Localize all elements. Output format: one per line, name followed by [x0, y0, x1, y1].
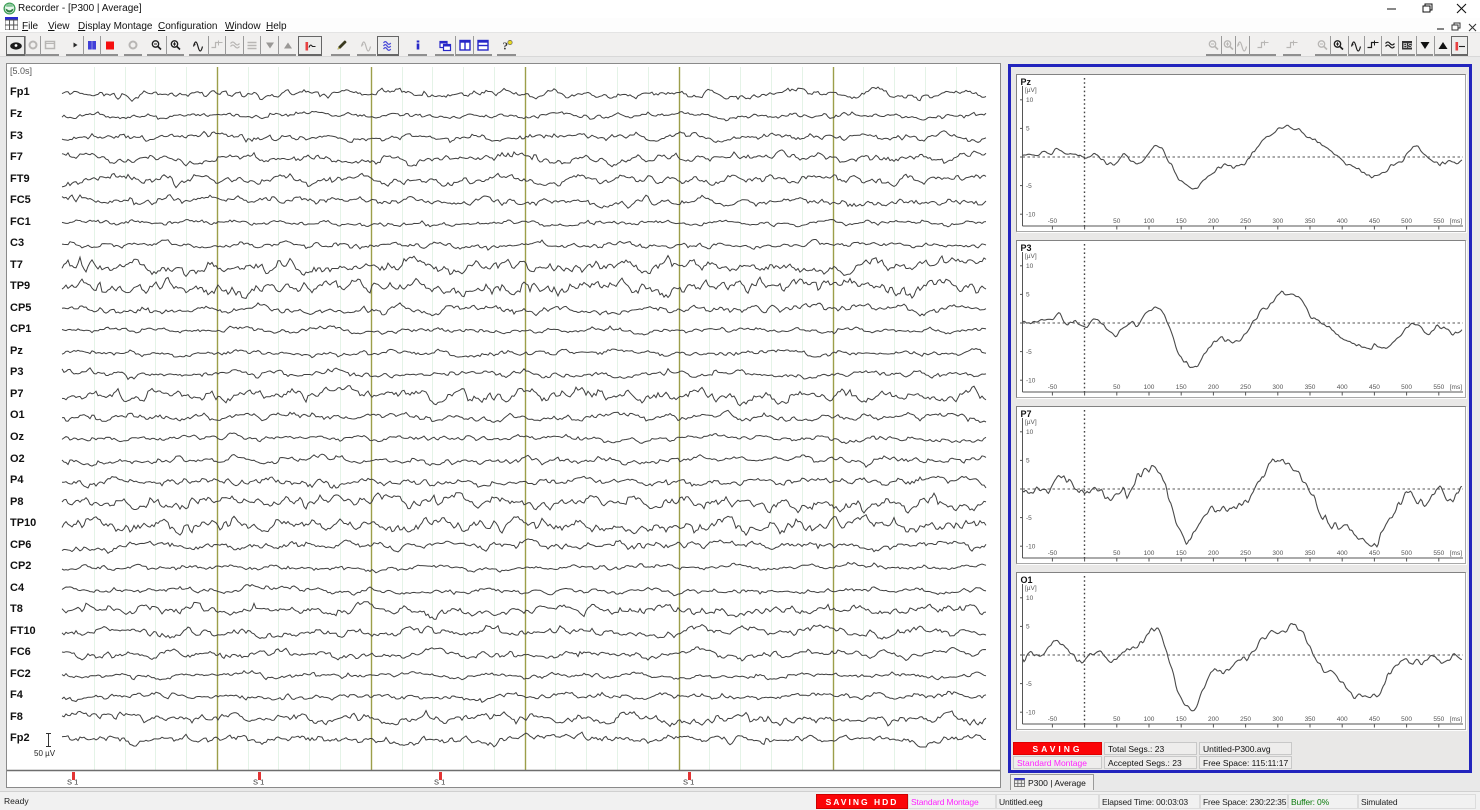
svg-text:300: 300 — [1272, 550, 1283, 557]
svg-text:550: 550 — [1433, 384, 1444, 391]
svg-text:150: 150 — [1176, 218, 1187, 225]
svg-text:[ms]: [ms] — [1450, 218, 1462, 225]
svg-text:550: 550 — [1433, 550, 1444, 557]
svg-text:P3: P3 — [1021, 243, 1032, 253]
svg-text:50: 50 — [1113, 384, 1121, 391]
svg-text:10: 10 — [1026, 263, 1034, 270]
svg-text:10: 10 — [1026, 97, 1034, 104]
svg-text:300: 300 — [1272, 218, 1283, 225]
svg-text:150: 150 — [1176, 550, 1187, 557]
svg-text:-10: -10 — [1026, 543, 1036, 550]
svg-text:?: ? — [502, 41, 508, 52]
svg-text:-10: -10 — [1026, 709, 1036, 716]
svg-text:50: 50 — [1113, 550, 1121, 557]
svg-text:100: 100 — [1144, 218, 1155, 225]
svg-text:-50: -50 — [1048, 550, 1058, 557]
svg-text:500: 500 — [1401, 550, 1412, 557]
svg-text:P7: P7 — [1021, 409, 1032, 419]
svg-text:100: 100 — [1144, 716, 1155, 723]
svg-text:250: 250 — [1240, 384, 1251, 391]
svg-text:350: 350 — [1305, 716, 1316, 723]
svg-text:[ms]: [ms] — [1450, 550, 1462, 557]
svg-text:S 1: S 1 — [434, 778, 445, 787]
svg-text:[ms]: [ms] — [1450, 384, 1462, 391]
svg-text:450: 450 — [1369, 716, 1380, 723]
svg-text:[ms]: [ms] — [1450, 716, 1462, 723]
svg-text:350: 350 — [1305, 550, 1316, 557]
svg-text:[µV]: [µV] — [1025, 253, 1037, 260]
svg-text:250: 250 — [1240, 550, 1251, 557]
svg-text:-50: -50 — [1048, 218, 1058, 225]
svg-text:200: 200 — [1208, 550, 1219, 557]
svg-text:250: 250 — [1240, 716, 1251, 723]
svg-text:BS: BS — [1403, 43, 1413, 50]
svg-text:S 1: S 1 — [253, 778, 264, 787]
svg-text:10: 10 — [1026, 595, 1034, 602]
svg-text:300: 300 — [1272, 716, 1283, 723]
svg-text:-5: -5 — [1026, 515, 1032, 522]
svg-text:-10: -10 — [1026, 211, 1036, 218]
svg-text:-5: -5 — [1026, 183, 1032, 190]
svg-text:-10: -10 — [1026, 377, 1036, 384]
svg-text:450: 450 — [1369, 550, 1380, 557]
svg-text:350: 350 — [1305, 384, 1316, 391]
svg-text:O1: O1 — [1021, 575, 1033, 585]
svg-text:[µV]: [µV] — [1025, 87, 1037, 94]
svg-text:Pz: Pz — [1021, 77, 1032, 87]
svg-text:450: 450 — [1369, 218, 1380, 225]
svg-text:-50: -50 — [1048, 716, 1058, 723]
svg-text:200: 200 — [1208, 716, 1219, 723]
svg-text:250: 250 — [1240, 218, 1251, 225]
svg-text:150: 150 — [1176, 384, 1187, 391]
svg-text:-5: -5 — [1026, 681, 1032, 688]
svg-text:400: 400 — [1337, 716, 1348, 723]
svg-text:500: 500 — [1401, 716, 1412, 723]
svg-text:50: 50 — [1113, 716, 1121, 723]
svg-text:400: 400 — [1337, 384, 1348, 391]
svg-text:400: 400 — [1337, 218, 1348, 225]
svg-text:5: 5 — [1026, 126, 1030, 133]
svg-text:5: 5 — [1026, 458, 1030, 465]
svg-text:550: 550 — [1433, 218, 1444, 225]
svg-text:100: 100 — [1144, 550, 1155, 557]
svg-text:S 1: S 1 — [683, 778, 694, 787]
svg-text:-5: -5 — [1026, 349, 1032, 356]
svg-text:5: 5 — [1026, 292, 1030, 299]
svg-text:350: 350 — [1305, 218, 1316, 225]
svg-text:10: 10 — [1026, 429, 1034, 436]
svg-text:500: 500 — [1401, 218, 1412, 225]
svg-text:500: 500 — [1401, 384, 1412, 391]
svg-text:150: 150 — [1176, 716, 1187, 723]
svg-text:200: 200 — [1208, 218, 1219, 225]
svg-text:200: 200 — [1208, 384, 1219, 391]
svg-text:[µV]: [µV] — [1025, 419, 1037, 426]
svg-text:S 1: S 1 — [67, 778, 78, 787]
svg-text:100: 100 — [1144, 384, 1155, 391]
svg-text:50: 50 — [1113, 218, 1121, 225]
svg-text:550: 550 — [1433, 716, 1444, 723]
svg-text:400: 400 — [1337, 550, 1348, 557]
svg-text:300: 300 — [1272, 384, 1283, 391]
svg-text:-50: -50 — [1048, 384, 1058, 391]
svg-text:[µV]: [µV] — [1025, 585, 1037, 592]
svg-text:5: 5 — [1026, 624, 1030, 631]
svg-text:450: 450 — [1369, 384, 1380, 391]
